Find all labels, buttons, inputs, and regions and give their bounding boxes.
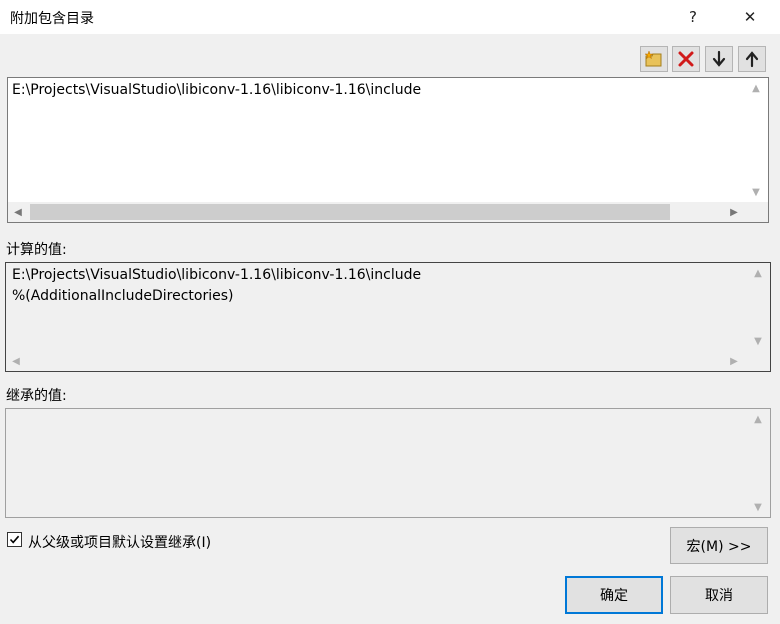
title-bar: 附加包含目录 ? ✕ bbox=[0, 0, 780, 34]
close-button[interactable]: ✕ bbox=[727, 0, 773, 34]
checkmark-icon bbox=[9, 535, 20, 544]
scroll-left-icon[interactable]: ◀ bbox=[6, 351, 26, 371]
scroll-up-icon[interactable]: ▲ bbox=[746, 78, 766, 98]
inherited-vertical-scrollbar[interactable]: ▲ ▼ bbox=[746, 409, 770, 517]
delete-x-icon bbox=[678, 51, 694, 67]
list-item[interactable]: E:\Projects\VisualStudio\libiconv-1.16\l… bbox=[12, 82, 421, 98]
help-icon: ? bbox=[689, 8, 697, 26]
computed-line: E:\Projects\VisualStudio\libiconv-1.16\l… bbox=[12, 267, 422, 283]
scroll-right-icon[interactable]: ▶ bbox=[724, 202, 744, 222]
arrow-up-icon bbox=[745, 51, 759, 68]
help-button[interactable]: ? bbox=[670, 0, 716, 34]
directory-list[interactable]: E:\Projects\VisualStudio\libiconv-1.16\l… bbox=[7, 77, 769, 223]
inherit-checkbox-label[interactable]: 从父级或项目默认设置继承(I) bbox=[28, 532, 211, 552]
scroll-up-icon[interactable]: ▲ bbox=[748, 409, 768, 429]
scroll-down-icon[interactable]: ▼ bbox=[748, 497, 768, 517]
cancel-button[interactable]: 取消 bbox=[670, 576, 768, 614]
computed-value-box: E:\Projects\VisualStudio\libiconv-1.16\l… bbox=[5, 262, 771, 372]
move-up-button[interactable] bbox=[738, 46, 766, 72]
inherit-checkbox[interactable] bbox=[7, 532, 22, 547]
move-down-button[interactable] bbox=[705, 46, 733, 72]
close-icon: ✕ bbox=[743, 8, 757, 26]
new-folder-icon bbox=[644, 50, 662, 67]
computed-value-label: 计算的值: bbox=[6, 242, 67, 258]
inherited-value-box: ▲ ▼ bbox=[5, 408, 771, 518]
scroll-right-icon[interactable]: ▶ bbox=[724, 351, 744, 371]
arrow-down-icon bbox=[712, 50, 726, 67]
scroll-up-icon[interactable]: ▲ bbox=[748, 263, 768, 283]
scroll-left-icon[interactable]: ◀ bbox=[8, 202, 28, 222]
scroll-down-icon[interactable]: ▼ bbox=[746, 182, 766, 202]
ok-button[interactable]: 确定 bbox=[565, 576, 663, 614]
dialog-title: 附加包含目录 bbox=[10, 11, 94, 27]
computed-line: %(AdditionalIncludeDirectories) bbox=[12, 288, 234, 304]
computed-vertical-scrollbar[interactable]: ▲ ▼ bbox=[746, 263, 770, 351]
horizontal-scroll-thumb[interactable] bbox=[30, 204, 670, 220]
macros-button[interactable]: 宏(M) >> bbox=[670, 527, 768, 564]
horizontal-scrollbar[interactable]: ◀ ▶ bbox=[8, 202, 768, 222]
delete-line-button[interactable] bbox=[672, 46, 700, 72]
vertical-scrollbar[interactable]: ▲ ▼ bbox=[744, 78, 768, 202]
inherited-value-label: 继承的值: bbox=[6, 388, 67, 404]
computed-horizontal-scrollbar[interactable]: ◀ ▶ bbox=[6, 351, 746, 371]
scroll-down-icon[interactable]: ▼ bbox=[748, 331, 768, 351]
new-line-button[interactable] bbox=[640, 46, 668, 72]
